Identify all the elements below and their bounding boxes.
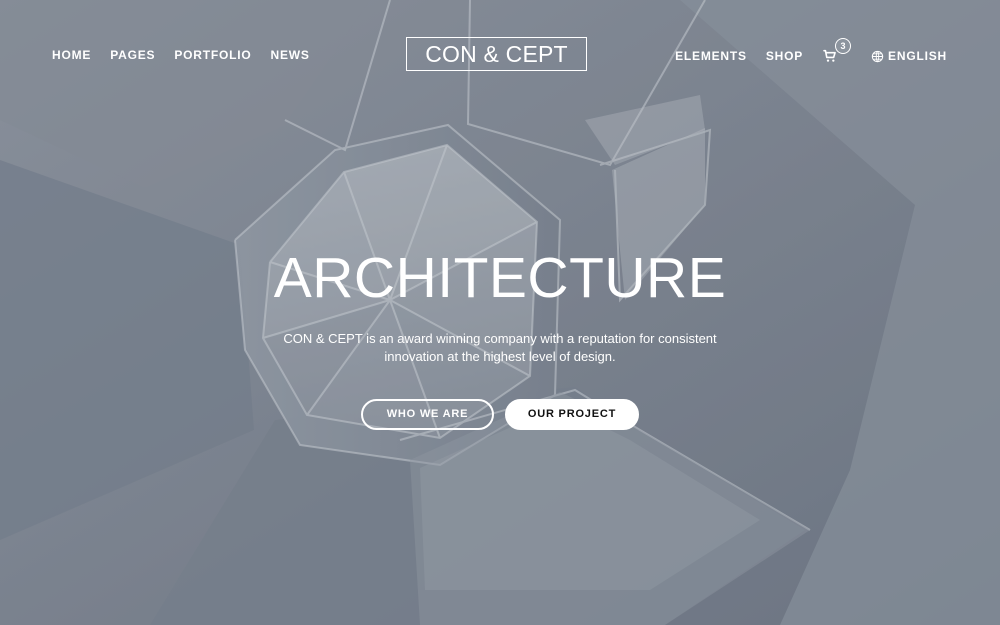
site-header: HOME PAGES PORTFOLIO NEWS CON & CEPT ELE… bbox=[0, 0, 1000, 110]
secondary-navigation: ELEMENTS SHOP 3 ENGLISH bbox=[675, 38, 947, 66]
site-logo[interactable]: CON & CEPT bbox=[406, 37, 587, 71]
nav-elements-link[interactable]: ELEMENTS bbox=[675, 47, 747, 65]
hero-title: ARCHITECTURE bbox=[273, 246, 727, 310]
hero-description-line-1: CON & CEPT is an award winning company w… bbox=[283, 331, 717, 346]
globe-icon bbox=[871, 50, 884, 62]
primary-navigation: HOME PAGES PORTFOLIO NEWS bbox=[52, 46, 310, 64]
language-label: ENGLISH bbox=[888, 49, 947, 63]
hero-description: CON & CEPT is an award winning company w… bbox=[265, 330, 735, 366]
nav-portfolio-link[interactable]: PORTFOLIO bbox=[174, 46, 251, 64]
nav-shop-link[interactable]: SHOP bbox=[766, 47, 803, 65]
language-selector[interactable]: ENGLISH bbox=[871, 47, 947, 65]
hero-description-line-2: innovation at the highest level of desig… bbox=[384, 349, 616, 364]
our-project-button[interactable]: OUR PROJECT bbox=[505, 399, 639, 430]
hero-buttons: WHO WE ARE OUR PROJECT bbox=[361, 399, 639, 430]
landing-page: HOME PAGES PORTFOLIO NEWS CON & CEPT ELE… bbox=[0, 0, 1000, 625]
who-we-are-button[interactable]: WHO WE ARE bbox=[361, 399, 494, 430]
nav-home-link[interactable]: HOME bbox=[52, 46, 91, 64]
nav-pages-link[interactable]: PAGES bbox=[110, 46, 155, 64]
cart-count-badge: 3 bbox=[835, 38, 852, 54]
nav-news-link[interactable]: NEWS bbox=[271, 46, 310, 64]
cart-button[interactable]: 3 bbox=[822, 38, 852, 66]
